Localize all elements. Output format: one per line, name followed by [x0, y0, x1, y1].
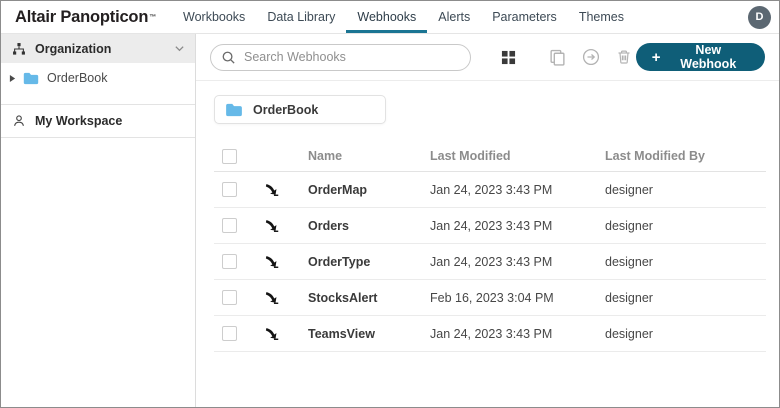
column-header-last-modified-by: Last Modified By: [605, 149, 706, 163]
webhook-last-modified: Jan 24, 2023 3:43 PM: [430, 326, 553, 341]
toolbar-icons: [497, 45, 636, 69]
plus-icon: +: [651, 48, 661, 66]
orderbook-folder-label: OrderBook: [47, 71, 108, 85]
person-icon: [11, 113, 27, 129]
grid-view-icon[interactable]: [497, 45, 521, 69]
webhook-last-modified-by: designer: [605, 254, 653, 269]
webhook-last-modified: Jan 24, 2023 3:43 PM: [430, 218, 553, 233]
column-header-last-modified: Last Modified: [430, 149, 511, 163]
row-checkbox[interactable]: [222, 182, 237, 197]
table-header-row: Name Last Modified Last Modified By: [214, 141, 766, 172]
webhook-last-modified: Feb 16, 2023 3:04 PM: [430, 290, 554, 305]
sidebar-item-my-workspace[interactable]: My Workspace: [1, 105, 195, 138]
row-checkbox[interactable]: [222, 326, 237, 341]
nav-tabs: Workbooks Data Library Webhooks Alerts P…: [172, 1, 748, 33]
tab-workbooks[interactable]: Workbooks: [172, 1, 256, 33]
webhook-icon: [258, 218, 284, 233]
webhook-icon: [258, 182, 284, 197]
tab-themes[interactable]: Themes: [568, 1, 635, 33]
folder-icon: [225, 103, 243, 117]
caret-right-icon[interactable]: [9, 74, 19, 83]
webhook-last-modified-by: designer: [605, 218, 653, 233]
webhook-name[interactable]: TeamsView: [308, 327, 430, 341]
webhooks-toolbar: + New Webhook: [196, 34, 779, 81]
chevron-down-icon[interactable]: [174, 43, 185, 54]
webhook-last-modified: Jan 24, 2023 3:43 PM: [430, 182, 553, 197]
webhook-icon: [258, 254, 284, 269]
new-webhook-button[interactable]: + New Webhook: [635, 43, 765, 71]
webhooks-table: Name Last Modified Last Modified By Orde…: [214, 141, 766, 352]
row-checkbox[interactable]: [222, 290, 237, 305]
webhook-name[interactable]: OrderType: [308, 255, 430, 269]
search-icon: [221, 50, 236, 65]
column-header-name: Name: [308, 149, 343, 163]
my-workspace-label: My Workspace: [35, 114, 123, 128]
webhook-icon: [258, 326, 284, 341]
tab-data-library[interactable]: Data Library: [256, 1, 346, 33]
row-checkbox[interactable]: [222, 254, 237, 269]
workspace-section: My Workspace: [1, 104, 195, 138]
sidebar-item-orderbook[interactable]: OrderBook: [1, 63, 195, 93]
organization-label: Organization: [35, 41, 112, 56]
webhooks-content: OrderBook Name Last Modified Last Modifi…: [196, 81, 779, 407]
table-row[interactable]: OrderType Jan 24, 2023 3:43 PM designer: [214, 244, 766, 280]
folder-icon: [23, 70, 39, 86]
organization-hierarchy-icon: [11, 41, 27, 57]
tab-parameters[interactable]: Parameters: [481, 1, 568, 33]
folder-card-label: OrderBook: [253, 102, 319, 117]
search-box[interactable]: [210, 43, 471, 71]
select-all-checkbox[interactable]: [222, 148, 237, 164]
user-avatar[interactable]: D: [748, 5, 771, 29]
move-icon[interactable]: [579, 45, 603, 69]
webhook-icon: [258, 290, 284, 305]
webhook-last-modified-by: designer: [605, 290, 653, 305]
panopticon-window: Altair Panopticon ™ Workbooks Data Librar…: [0, 0, 780, 408]
sidebar: Organization OrderBook My Workspace: [1, 34, 196, 407]
delete-icon[interactable]: [612, 45, 636, 69]
table-row[interactable]: StocksAlert Feb 16, 2023 3:04 PM designe…: [214, 280, 766, 316]
table-row[interactable]: Orders Jan 24, 2023 3:43 PM designer: [214, 208, 766, 244]
copy-icon[interactable]: [546, 45, 570, 69]
orderbook-folder-card[interactable]: OrderBook: [214, 95, 386, 124]
webhook-name[interactable]: OrderMap: [308, 183, 430, 197]
row-checkbox[interactable]: [222, 218, 237, 233]
webhook-name[interactable]: StocksAlert: [308, 291, 430, 305]
new-webhook-label: New Webhook: [680, 43, 737, 71]
top-navigation-bar: Altair Panopticon ™ Workbooks Data Librar…: [1, 1, 779, 34]
table-row[interactable]: TeamsView Jan 24, 2023 3:43 PM designer: [214, 316, 766, 352]
logo-text: Altair Panopticon: [15, 7, 149, 26]
tab-webhooks[interactable]: Webhooks: [346, 1, 428, 33]
webhook-last-modified-by: designer: [605, 326, 653, 341]
tab-alerts[interactable]: Alerts: [427, 1, 481, 33]
webhook-last-modified-by: designer: [605, 182, 653, 197]
webhook-name[interactable]: Orders: [308, 219, 430, 233]
webhook-last-modified: Jan 24, 2023 3:43 PM: [430, 254, 553, 269]
altair-panopticon-logo: Altair Panopticon ™: [9, 1, 162, 33]
table-row[interactable]: OrderMap Jan 24, 2023 3:43 PM designer: [214, 172, 766, 208]
sidebar-item-organization[interactable]: Organization: [1, 34, 195, 63]
main-panel: + New Webhook OrderBook Name Las: [196, 34, 779, 407]
search-input[interactable]: [244, 50, 460, 64]
trademark-symbol: ™: [149, 13, 157, 21]
